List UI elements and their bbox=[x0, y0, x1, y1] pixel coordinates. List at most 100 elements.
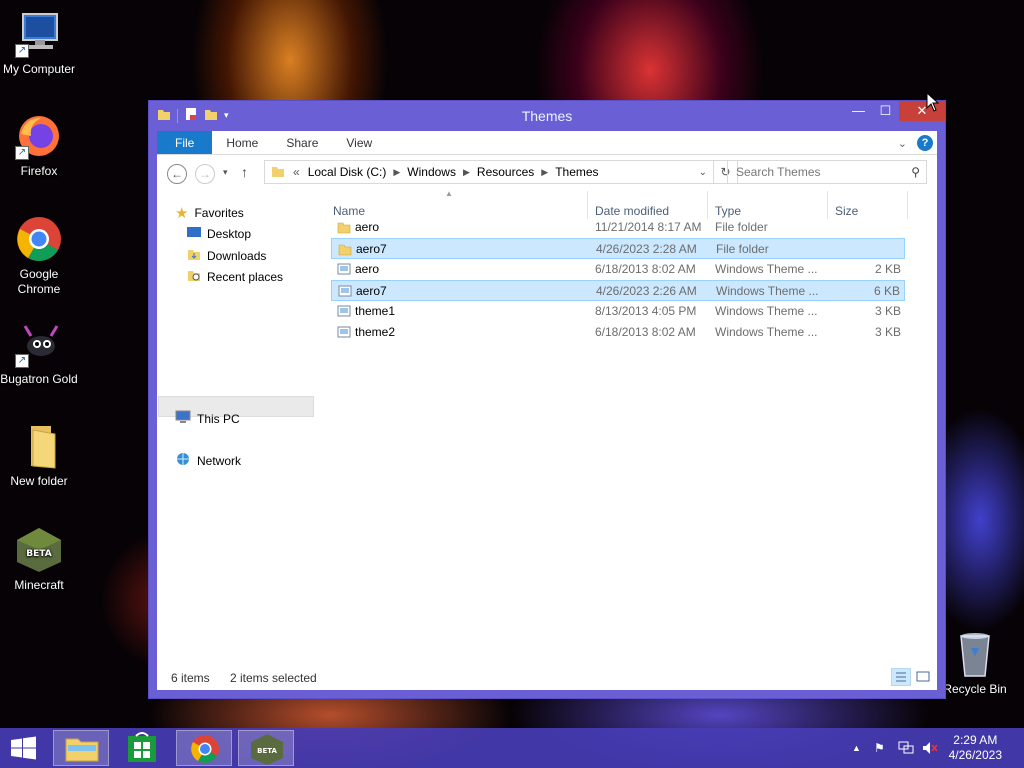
svg-text:BETA: BETA bbox=[257, 747, 277, 755]
desktop-icon-my-computer[interactable]: ↗ My Computer bbox=[0, 10, 78, 77]
volume-muted-icon[interactable] bbox=[922, 741, 938, 758]
taskbar-file-explorer[interactable] bbox=[53, 730, 109, 766]
file-row[interactable]: aero7 4/26/2023 2:26 AM Windows Theme ... 6… bbox=[331, 280, 905, 301]
title-bar[interactable]: ▾ Themes — ☐ ✕ bbox=[149, 101, 945, 131]
file-list: ▲ Name Date modified Type Size aero 11/21… bbox=[325, 189, 937, 666]
column-divider[interactable] bbox=[827, 191, 828, 219]
network-status-icon[interactable] bbox=[898, 741, 914, 758]
column-header-size[interactable]: Size bbox=[835, 204, 858, 218]
firefox-icon: ↗ bbox=[15, 112, 63, 160]
clock-time: 2:29 AM bbox=[953, 733, 998, 747]
column-header-date-modified[interactable]: Date modified bbox=[595, 204, 669, 218]
column-divider[interactable] bbox=[707, 191, 708, 219]
taskbar-store[interactable] bbox=[114, 730, 170, 766]
computer-icon: ↗ bbox=[15, 10, 63, 58]
nav-recent-places[interactable]: Recent places bbox=[187, 268, 283, 285]
file-size: 2 KB bbox=[874, 262, 901, 276]
file-row[interactable]: aero 11/21/2014 8:17 AM File folder bbox=[331, 217, 905, 238]
desktop-icon-label: New folder bbox=[10, 474, 68, 488]
explorer-window[interactable]: ▾ Themes — ☐ ✕ File Home Share View ⌄ ? … bbox=[148, 100, 946, 699]
file-date-modified: 6/18/2013 8:02 AM bbox=[595, 325, 696, 339]
column-divider[interactable] bbox=[907, 191, 908, 219]
file-date-modified: 6/18/2013 8:02 AM bbox=[595, 262, 696, 276]
file-name: theme2 bbox=[355, 325, 396, 339]
search-box[interactable]: Search Themes ⚲ bbox=[727, 160, 927, 184]
breadcrumb-overflow[interactable]: « bbox=[289, 165, 304, 179]
taskbar-minecraft[interactable]: BETA bbox=[238, 730, 294, 766]
breadcrumb-local-disk[interactable]: Local Disk (C:) bbox=[304, 165, 391, 179]
file-name: theme1 bbox=[355, 304, 396, 318]
nav-label: Favorites bbox=[194, 206, 244, 220]
minecraft-icon: BETA bbox=[15, 526, 63, 574]
desktop-icon-new-folder[interactable]: New folder bbox=[0, 422, 78, 489]
desktop-icon-recycle-bin[interactable]: Recycle Bin bbox=[936, 630, 1014, 697]
nav-this-pc[interactable]: This PC bbox=[175, 410, 240, 427]
chevron-right-icon[interactable]: ▶ bbox=[538, 167, 551, 178]
chevron-right-icon[interactable]: ▶ bbox=[460, 167, 473, 178]
file-row[interactable]: aero7 4/26/2023 2:28 AM File folder bbox=[331, 238, 905, 259]
desktop-icon-firefox[interactable]: ↗ Firefox bbox=[0, 112, 78, 179]
folder-icon bbox=[15, 422, 63, 470]
expand-ribbon-icon[interactable]: ⌄ bbox=[898, 137, 907, 150]
nav-desktop[interactable]: Desktop bbox=[187, 226, 251, 241]
chevron-right-icon[interactable]: ▶ bbox=[390, 167, 403, 178]
sort-indicator-icon: ▲ bbox=[445, 189, 453, 198]
large-icons-view-button[interactable] bbox=[913, 668, 933, 686]
start-button[interactable] bbox=[0, 730, 48, 766]
address-dropdown-icon[interactable]: ⌄ bbox=[699, 167, 713, 178]
desktop-icon-label: Minecraft bbox=[14, 578, 64, 592]
selection-count: 2 items selected bbox=[230, 671, 317, 685]
search-icon[interactable]: ⚲ bbox=[911, 161, 920, 183]
desktop-icon-minecraft[interactable]: BETA Minecraft bbox=[0, 526, 78, 593]
back-button[interactable]: ← bbox=[167, 164, 187, 184]
desktop-icon bbox=[187, 226, 201, 241]
system-clock[interactable]: 2:29 AM 4/26/2023 bbox=[949, 733, 1002, 763]
chrome-icon bbox=[15, 215, 63, 263]
network-icon bbox=[175, 452, 191, 469]
tab-view[interactable]: View bbox=[332, 131, 386, 154]
file-name: aero7 bbox=[356, 284, 387, 298]
nav-network[interactable]: Network bbox=[175, 452, 241, 469]
breadcrumb-windows[interactable]: Windows bbox=[403, 165, 460, 179]
folder-icon bbox=[338, 242, 352, 259]
file-row[interactable]: aero 6/18/2013 8:02 AM Windows Theme ... 2 … bbox=[331, 259, 905, 280]
window-title: Themes bbox=[521, 108, 573, 124]
search-placeholder: Search Themes bbox=[736, 165, 821, 179]
recent-locations-dropdown[interactable]: ▾ bbox=[223, 167, 228, 178]
desktop-icon-label: My Computer bbox=[2, 62, 76, 76]
help-button[interactable]: ? bbox=[917, 135, 933, 151]
forward-button[interactable]: → bbox=[195, 164, 215, 184]
navigation-bar: ← → ▾ ↑ « Local Disk (C:) ▶ Windows ▶ Re… bbox=[157, 155, 937, 191]
details-view-button[interactable] bbox=[891, 668, 911, 686]
column-divider[interactable] bbox=[587, 191, 588, 219]
desktop-icon-bugatron-gold[interactable]: ↗ Bugatron Gold bbox=[0, 320, 78, 387]
maximize-button[interactable]: ☐ bbox=[872, 101, 899, 121]
nav-downloads[interactable]: Downloads bbox=[187, 247, 266, 264]
up-button[interactable]: ↑ bbox=[241, 164, 248, 180]
tab-file[interactable]: File bbox=[157, 131, 213, 154]
show-hidden-icons-button[interactable]: ▲ bbox=[852, 743, 861, 753]
taskbar-chrome[interactable] bbox=[176, 730, 232, 766]
nav-favorites[interactable]: ★ Favorites bbox=[175, 204, 244, 222]
clock-date: 4/26/2023 bbox=[948, 748, 1002, 762]
star-icon: ★ bbox=[175, 205, 189, 222]
desktop-icon-google-chrome[interactable]: Google Chrome bbox=[0, 215, 78, 297]
file-row[interactable]: theme2 6/18/2013 8:02 AM Windows Theme ...… bbox=[331, 322, 905, 343]
column-header-type[interactable]: Type bbox=[715, 204, 741, 218]
tab-share[interactable]: Share bbox=[272, 131, 332, 154]
action-center-flag-icon[interactable]: ⚑ bbox=[874, 741, 885, 755]
breadcrumb-themes[interactable]: Themes bbox=[551, 165, 602, 179]
nav-label: Desktop bbox=[207, 226, 252, 241]
theme-file-icon bbox=[337, 262, 351, 279]
address-bar[interactable]: « Local Disk (C:) ▶ Windows ▶ Resources … bbox=[264, 160, 714, 184]
taskbar: BETA ▲ ⚑ 2:29 AM 4/26/2023 bbox=[0, 728, 1024, 768]
minimize-button[interactable]: — bbox=[845, 101, 872, 121]
tab-home[interactable]: Home bbox=[212, 131, 272, 154]
desktop-icon-label: Firefox bbox=[20, 164, 58, 178]
file-row[interactable]: theme1 8/13/2013 4:05 PM Windows Theme ...… bbox=[331, 301, 905, 322]
breadcrumb-resources[interactable]: Resources bbox=[473, 165, 538, 179]
folder-icon bbox=[265, 164, 289, 181]
file-size: 3 KB bbox=[874, 325, 901, 339]
column-header-name[interactable]: Name bbox=[333, 204, 365, 218]
recycle-bin-icon bbox=[951, 630, 999, 678]
